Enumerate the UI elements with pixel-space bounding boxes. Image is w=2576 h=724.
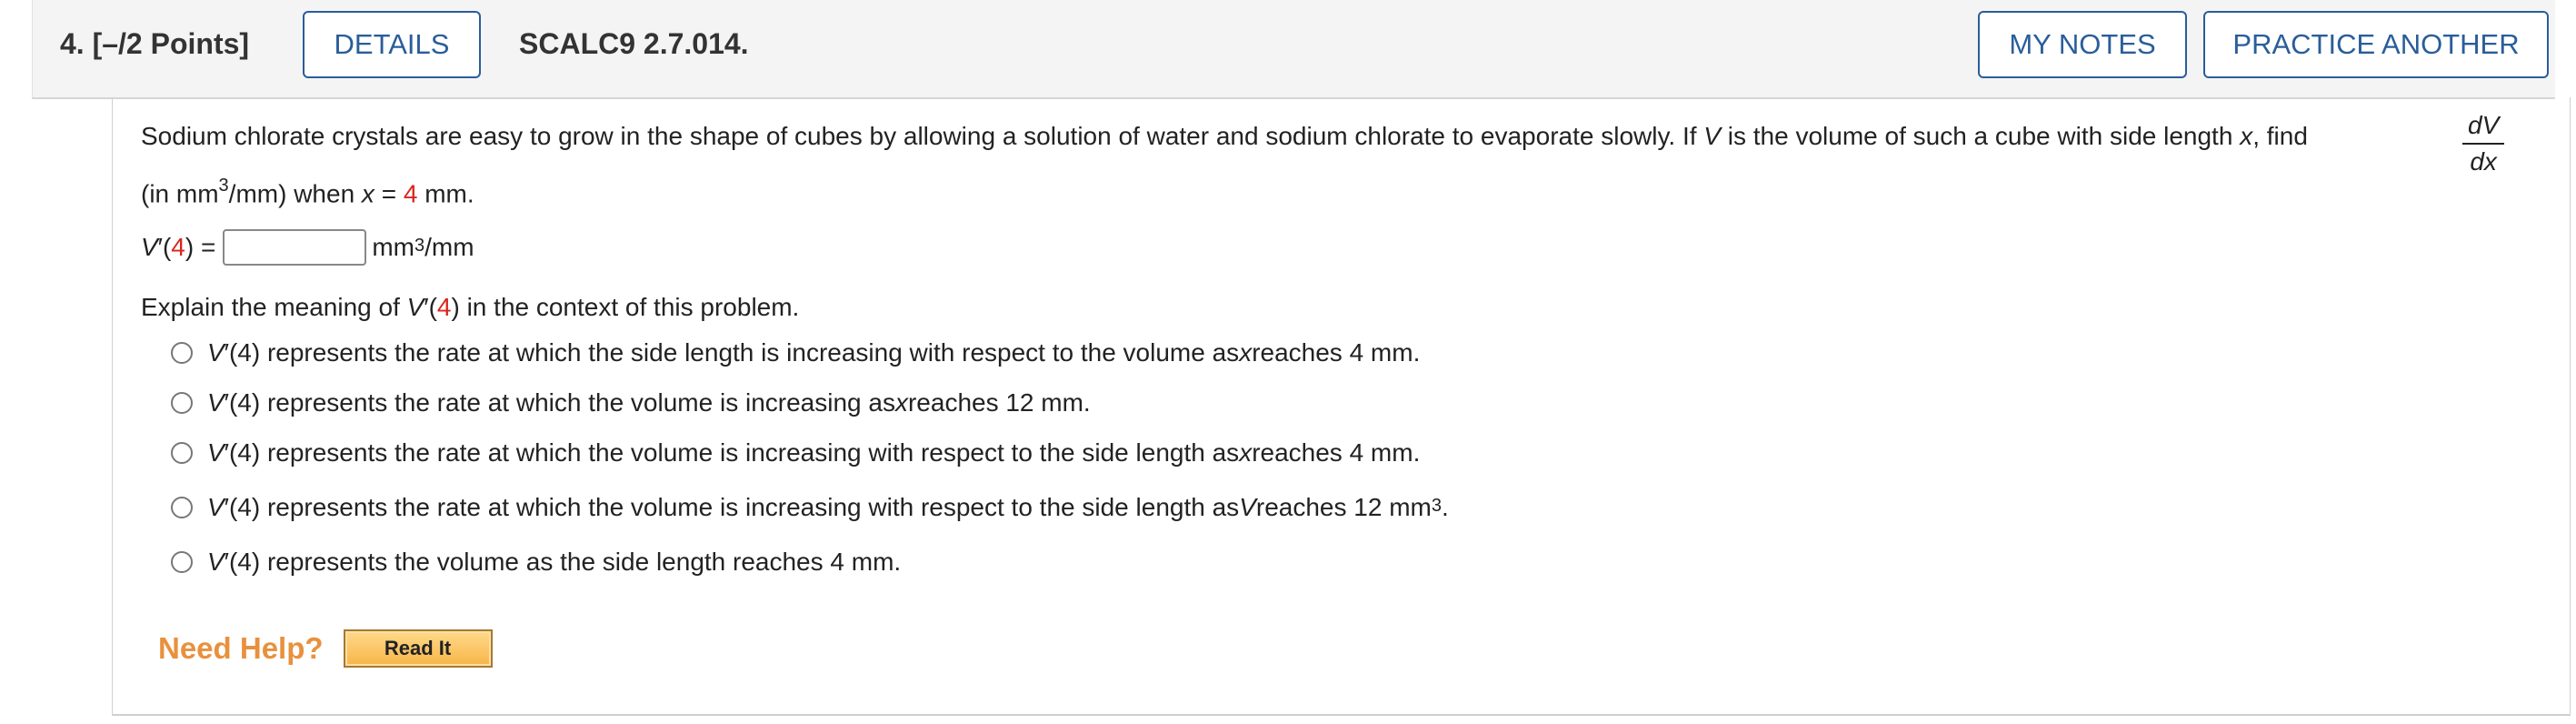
question-header: 4. [–/2 Points] DETAILS SCALC9 2.7.014. … [32, 0, 2555, 99]
details-button[interactable]: DETAILS [303, 11, 481, 78]
explain-text-a: Explain the meaning of [141, 293, 407, 321]
option-var-v: V [207, 548, 225, 576]
option-var: V [1239, 493, 1256, 521]
option-text: ′(4) represents the volume as the side l… [224, 548, 902, 576]
var-v: V [1703, 122, 1721, 150]
units-text-c: mm. [417, 179, 474, 208]
explain-prompt: Explain the meaning of V′(4) in the cont… [141, 293, 799, 322]
answer-row: V ′(4) = mm 3/mm [141, 229, 474, 266]
option-sup: 3 [1431, 495, 1442, 516]
option-var-v: V [207, 493, 225, 521]
option-text-end: reaches 12 mm [1255, 493, 1432, 521]
radio-button[interactable] [171, 497, 193, 518]
answer-lhs-prime: ′( [157, 233, 172, 261]
fraction-numerator: dV [2462, 112, 2505, 145]
choice-option[interactable]: V ′(4) represents the volume as the side … [171, 548, 901, 577]
explain-var-v: V [406, 293, 424, 321]
radio-button[interactable] [171, 392, 193, 414]
practice-another-button[interactable]: PRACTICE ANOTHER [2203, 11, 2549, 78]
option-text: ′(4) represents the rate at which the vo… [224, 438, 1240, 467]
radio-button[interactable] [171, 551, 193, 573]
read-it-button[interactable]: Read It [343, 629, 493, 668]
question-body: Sodium chlorate crystals are easy to gro… [112, 97, 2571, 716]
option-text: ′(4) represents the rate at which the vo… [224, 388, 895, 417]
problem-statement: Sodium chlorate crystals are easy to gro… [141, 122, 2308, 151]
answer-unit-b: /mm [424, 233, 474, 261]
question-points: 4. [–/2 Points] [60, 27, 250, 60]
need-help-label: Need Help? [158, 631, 324, 665]
given-value: 4 [403, 179, 418, 208]
choice-option[interactable]: V ′(4) represents the rate at which the v… [171, 388, 1091, 417]
option-text-end: reaches 4 mm. [1252, 438, 1421, 467]
explain-prime: ′( [424, 293, 437, 321]
derivative-fraction: dV dx [2462, 112, 2505, 176]
problem-text-c: , find [2252, 122, 2308, 150]
radio-button[interactable] [171, 342, 193, 364]
equals-sign: = [374, 179, 404, 208]
option-tail: . [1441, 493, 1449, 521]
answer-unit: mm [372, 233, 414, 261]
option-text: ′(4) represents the rate at which the vo… [224, 493, 1240, 521]
var-x-2: x [361, 179, 374, 208]
units-text-b: /mm) when [228, 179, 362, 208]
option-var-v: V [207, 388, 225, 417]
need-help-section: Need Help? Read It [158, 629, 493, 668]
answer-input[interactable] [223, 229, 367, 266]
option-var: x [894, 388, 908, 417]
my-notes-button[interactable]: MY NOTES [1978, 11, 2187, 78]
problem-text-a: Sodium chlorate crystals are easy to gro… [141, 122, 1704, 150]
choice-option[interactable]: V ′(4) represents the rate at which the s… [171, 338, 1420, 367]
option-var-v: V [207, 438, 225, 467]
choice-option[interactable]: V ′(4) represents the rate at which the v… [171, 438, 1420, 468]
units-text-a: (in mm [141, 179, 219, 208]
option-var-v: V [207, 338, 225, 367]
explain-text-b: ) in the context of this problem. [451, 293, 800, 321]
var-x: x [2240, 122, 2253, 150]
option-var: x [1239, 438, 1253, 467]
radio-button[interactable] [171, 442, 193, 464]
answer-unit-sup: 3 [414, 235, 425, 256]
units-sup: 3 [218, 176, 229, 196]
problem-units-line: (in mm3/mm) when x = 4 mm. [141, 176, 474, 208]
fraction-denominator: dx [2470, 147, 2497, 176]
problem-text-b: is the volume of such a cube with side l… [1720, 122, 2241, 150]
option-var: x [1239, 338, 1253, 367]
answer-lhs-v: V [141, 233, 158, 261]
option-text: ′(4) represents the rate at which the si… [224, 338, 1240, 367]
choice-option[interactable]: V ′(4) represents the rate at which the v… [171, 493, 1449, 522]
answer-lhs-close: ) = [185, 233, 216, 261]
option-text-end: reaches 4 mm. [1252, 338, 1421, 367]
question-code: SCALC9 2.7.014. [519, 27, 749, 60]
answer-lhs-value: 4 [171, 233, 185, 261]
option-text-end: reaches 12 mm. [907, 388, 1091, 417]
explain-value: 4 [436, 293, 452, 321]
